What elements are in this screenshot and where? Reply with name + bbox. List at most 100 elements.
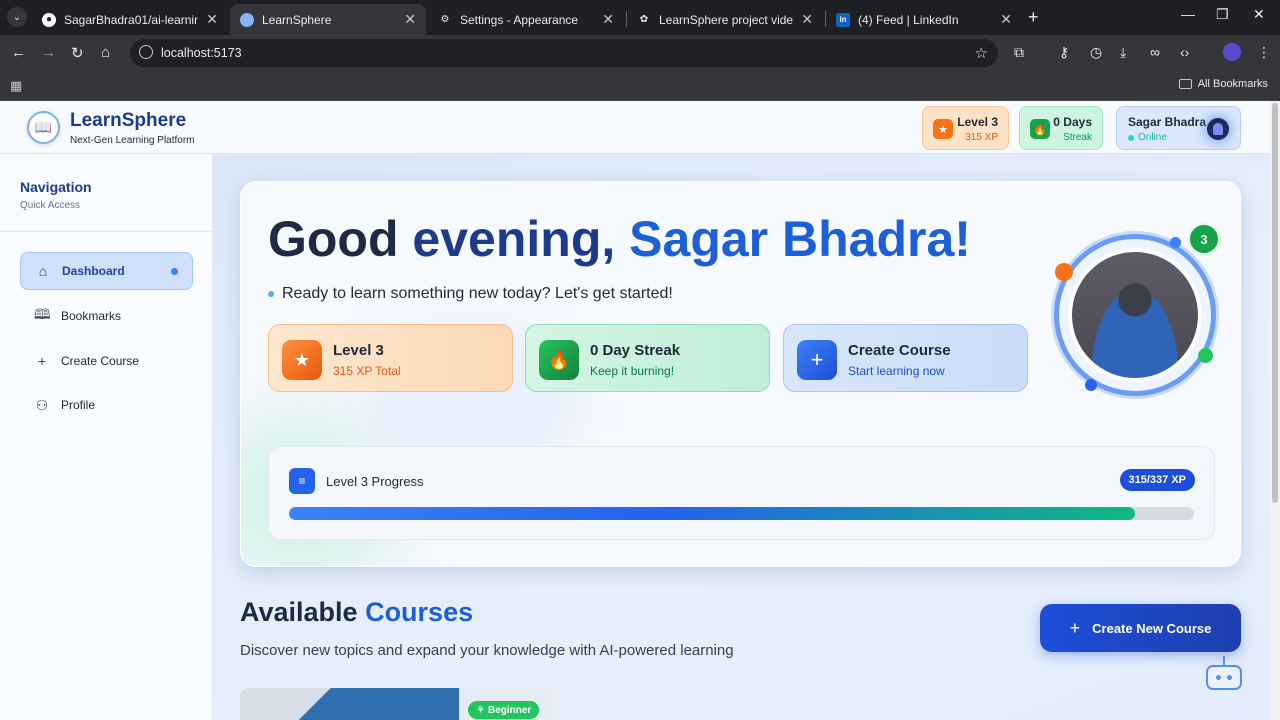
forward-icon[interactable]: → bbox=[41, 44, 56, 61]
sidebar-item-profile[interactable]: ⚇ Profile bbox=[20, 386, 193, 424]
header-user-menu[interactable]: Sagar Bhadra Online bbox=[1116, 106, 1241, 150]
brand-name[interactable]: LearnSphere bbox=[70, 110, 186, 132]
home-icon: ⌂ bbox=[38, 263, 48, 279]
greeting-time: evening, bbox=[412, 211, 616, 267]
user-profile-photo[interactable] bbox=[1068, 248, 1202, 382]
close-window-icon[interactable]: ✕ bbox=[1253, 6, 1265, 23]
close-icon[interactable]: ✕ bbox=[801, 11, 813, 28]
user-avatar bbox=[1207, 118, 1229, 140]
courses-heading-first: Available bbox=[240, 597, 358, 627]
page-scrollbar[interactable] bbox=[1270, 101, 1280, 720]
all-bookmarks-button[interactable]: All Bookmarks bbox=[1178, 78, 1268, 90]
header-level-badge[interactable]: ★ Level 3 315 XP bbox=[922, 106, 1009, 150]
site-info-icon[interactable] bbox=[139, 45, 153, 59]
minimize-icon[interactable]: — bbox=[1181, 6, 1195, 22]
streak-card[interactable]: 🔥 0 Day Streak Keep it burning! bbox=[525, 324, 770, 392]
user-silhouette-icon bbox=[1213, 123, 1223, 135]
tab-title: (4) Feed | LinkedIn bbox=[858, 12, 959, 27]
close-icon[interactable]: ✕ bbox=[602, 11, 614, 28]
tab-search-button[interactable]: ⌄ bbox=[7, 7, 27, 27]
sidebar: Navigation Quick Access ⌂ Dashboard 🕮 Bo… bbox=[0, 154, 213, 720]
tab-title: LearnSphere project video bbox=[659, 12, 794, 27]
tab-project-video[interactable]: ✿ LearnSphere project video ✕ bbox=[627, 4, 823, 35]
sidebar-item-label: Dashboard bbox=[62, 264, 125, 278]
streak-card-title: 0 Day Streak bbox=[590, 342, 681, 359]
close-icon[interactable]: ✕ bbox=[404, 11, 416, 28]
sidebar-title: Navigation bbox=[20, 179, 92, 195]
streak-card-subtitle: Keep it burning! bbox=[590, 364, 675, 378]
bullet-dot-icon bbox=[268, 291, 274, 297]
level-card[interactable]: ★ Level 3 315 XP Total bbox=[268, 324, 513, 392]
robot-head bbox=[1206, 665, 1242, 690]
user-name: Sagar Bhadra bbox=[1128, 115, 1207, 129]
learnsphere-logo-icon[interactable]: 📖 bbox=[27, 111, 60, 144]
tab-github[interactable]: ● SagarBhadra01/ai-learning-plat ✕ bbox=[32, 4, 228, 35]
sprout-icon: ⚘ bbox=[476, 704, 485, 716]
bookmarks-bar: ▦ All Bookmarks bbox=[0, 71, 1280, 101]
tab-linkedin[interactable]: in (4) Feed | LinkedIn ✕ bbox=[826, 4, 1022, 35]
user-status: Online bbox=[1128, 132, 1167, 143]
ai-assistant-robot-icon[interactable] bbox=[1204, 656, 1244, 694]
robot-antenna bbox=[1223, 656, 1225, 665]
tab-title: LearnSphere bbox=[262, 12, 332, 27]
close-icon[interactable]: ✕ bbox=[206, 11, 218, 28]
welcome-hero: Good evening, Sagar Bhadra! Ready to lea… bbox=[240, 181, 1241, 567]
progress-xp-badge: 315/337 XP bbox=[1119, 469, 1195, 491]
main-content: Good evening, Sagar Bhadra! Ready to lea… bbox=[213, 154, 1270, 720]
plus-icon: + bbox=[37, 353, 47, 369]
robot-eye bbox=[1216, 675, 1221, 680]
globe-icon bbox=[240, 12, 254, 27]
address-bar[interactable]: localhost:5173 ☆ bbox=[130, 39, 998, 67]
extensions-icon[interactable]: ⧉ bbox=[1014, 44, 1024, 61]
back-icon[interactable]: ← bbox=[11, 44, 26, 61]
sidebar-item-dashboard[interactable]: ⌂ Dashboard bbox=[20, 252, 193, 290]
link-icon[interactable]: ∞ bbox=[1150, 44, 1160, 60]
tab-learnsphere[interactable]: LearnSphere ✕ bbox=[230, 4, 426, 35]
course-card[interactable]: ⚘ Beginner bbox=[240, 688, 555, 720]
create-new-course-button[interactable]: + Create New Course bbox=[1040, 604, 1241, 652]
profile-avatar-icon[interactable] bbox=[1223, 43, 1241, 61]
online-dot-icon bbox=[1128, 134, 1134, 141]
progress-label: Level 3 Progress bbox=[326, 474, 424, 489]
new-tab-button[interactable]: + bbox=[1028, 7, 1039, 28]
home-icon[interactable]: ⌂ bbox=[101, 44, 110, 61]
level-label: Level 3 bbox=[957, 115, 998, 129]
menu-kebab-icon[interactable]: ⋮ bbox=[1257, 44, 1271, 61]
progress-fill bbox=[289, 507, 1136, 520]
bookmark-star-icon[interactable]: ☆ bbox=[975, 44, 988, 62]
progress-track bbox=[289, 507, 1194, 520]
download-icon[interactable]: ⤓ bbox=[1120, 44, 1126, 61]
user-icon: ⚇ bbox=[35, 396, 49, 413]
close-icon[interactable]: ✕ bbox=[1000, 11, 1012, 28]
decorative-green-dot bbox=[1198, 348, 1213, 363]
brand-tagline: Next-Gen Learning Platform bbox=[70, 135, 195, 146]
plus-icon: + bbox=[797, 340, 837, 380]
app-viewport: 📖 LearnSphere Next-Gen Learning Platform… bbox=[0, 101, 1280, 720]
greeting-subtitle-text: Ready to learn something new today? Let'… bbox=[282, 285, 673, 302]
user-status-text: Online bbox=[1138, 132, 1167, 143]
maximize-icon[interactable]: ❐ bbox=[1216, 6, 1229, 23]
reload-icon[interactable]: ↻ bbox=[71, 44, 84, 62]
sidebar-subtitle: Quick Access bbox=[20, 200, 81, 211]
tab-settings[interactable]: ⚙ Settings - Appearance ✕ bbox=[428, 4, 624, 35]
all-bookmarks-label: All Bookmarks bbox=[1197, 78, 1268, 90]
url-text[interactable]: localhost:5173 bbox=[161, 46, 242, 60]
star-icon: ★ bbox=[933, 119, 953, 139]
sidebar-item-create-course[interactable]: + Create Course bbox=[20, 342, 193, 380]
sidebar-item-bookmarks[interactable]: 🕮 Bookmarks bbox=[20, 297, 193, 335]
create-course-card-subtitle: Start learning now bbox=[848, 364, 945, 378]
courses-heading: Available Courses bbox=[240, 597, 473, 628]
header-streak-badge[interactable]: 🔥 0 Days Streak bbox=[1019, 106, 1103, 150]
book-icon: 🕮 bbox=[34, 306, 51, 322]
openai-icon: ✿ bbox=[639, 14, 649, 25]
decorative-blue-dot bbox=[1170, 237, 1181, 248]
scrollbar-thumb[interactable] bbox=[1272, 103, 1278, 503]
course-thumbnail bbox=[240, 688, 459, 720]
devtools-icon[interactable]: ‹› bbox=[1180, 44, 1189, 60]
sidebar-item-label: Bookmarks bbox=[61, 309, 122, 323]
apps-grid-icon[interactable]: ▦ bbox=[10, 78, 22, 94]
history-icon[interactable]: ◷ bbox=[1090, 44, 1102, 61]
password-key-icon[interactable]: ⚷ bbox=[1059, 44, 1069, 61]
create-new-course-label: Create New Course bbox=[1092, 620, 1212, 636]
create-course-card[interactable]: + Create Course Start learning now bbox=[783, 324, 1028, 392]
